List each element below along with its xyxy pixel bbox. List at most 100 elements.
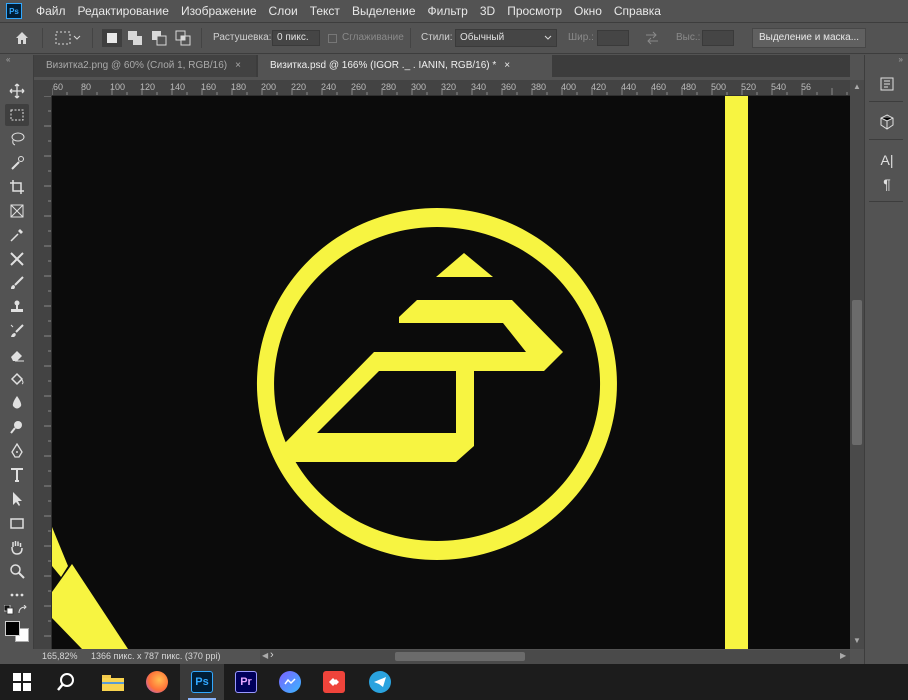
select-and-mask-button[interactable]: Выделение и маска... — [752, 28, 866, 48]
rectangle-icon[interactable] — [5, 512, 29, 534]
right-panel-dock: » A| ¶ — [864, 55, 908, 664]
windows-taskbar: Ps Pr — [0, 664, 908, 700]
character-panel-icon[interactable]: A| — [875, 149, 899, 171]
paint-bucket-icon[interactable] — [5, 368, 29, 390]
artwork-shapes — [256, 208, 617, 560]
menu-window[interactable]: Окно — [568, 0, 608, 22]
menu-file[interactable]: Файл — [30, 0, 72, 22]
scroll-up-arrow-icon[interactable]: ▲ — [852, 82, 862, 92]
history-panel-icon[interactable] — [875, 73, 899, 95]
subtract-selection-icon[interactable] — [151, 30, 167, 49]
menu-image[interactable]: Изображение — [175, 0, 263, 22]
eyedropper-icon[interactable] — [5, 224, 29, 246]
style-label: Стили: — [421, 32, 453, 43]
menu-view[interactable]: Просмотр — [501, 0, 568, 22]
more-icon[interactable] — [5, 584, 29, 606]
status-menu-arrow-icon[interactable]: › — [270, 649, 274, 661]
ruler-ticks — [44, 96, 51, 637]
path-select-icon[interactable] — [5, 488, 29, 510]
menu-3d[interactable]: 3D — [474, 0, 501, 22]
tab-label: Визитка.psd @ 166% (IGOR ._ . IANIN, RGB… — [270, 60, 497, 71]
zoom-icon[interactable] — [5, 560, 29, 582]
divider — [92, 28, 93, 48]
collapse-arrows-icon[interactable]: « — [6, 56, 28, 64]
messenger-icon[interactable] — [268, 664, 312, 700]
intersect-selection-icon[interactable] — [175, 30, 191, 49]
divider — [42, 28, 43, 48]
photoshop-taskbar-icon[interactable]: Ps — [180, 664, 224, 700]
add-selection-icon[interactable] — [127, 30, 143, 49]
scroll-left-arrow-icon[interactable]: ◀ — [262, 651, 268, 660]
divider — [410, 28, 411, 48]
history-brush-icon[interactable] — [5, 320, 29, 342]
anydesk-icon[interactable] — [312, 664, 356, 700]
horizontal-scrollbar[interactable] — [260, 650, 850, 664]
stamp-icon[interactable] — [5, 296, 29, 318]
vertical-ruler[interactable] — [34, 96, 52, 649]
swap-colors-icon[interactable] — [18, 604, 30, 618]
antialias-checkbox[interactable] — [328, 34, 337, 43]
messenger-logo — [279, 671, 301, 693]
divider — [869, 101, 903, 102]
height-input[interactable] — [702, 30, 734, 46]
feather-input[interactable]: 0 пикс. — [272, 30, 320, 46]
width-input[interactable] — [597, 30, 629, 46]
tab-label: Визитка2.png @ 60% (Слой 1, RGB/16) — [46, 60, 228, 71]
eraser-icon[interactable] — [5, 344, 29, 366]
3d-panel-icon[interactable] — [875, 111, 899, 133]
divider — [201, 28, 202, 48]
firefox-icon[interactable] — [135, 664, 179, 700]
dodge-icon[interactable] — [5, 416, 29, 438]
frame-icon[interactable] — [5, 200, 29, 222]
brush-icon[interactable] — [5, 272, 29, 294]
document-canvas[interactable] — [52, 96, 850, 649]
menu-layers[interactable]: Слои — [263, 0, 304, 22]
marquee-preset-icon[interactable] — [55, 30, 81, 49]
feather-label: Растушевка: — [213, 32, 272, 43]
pen-icon[interactable] — [5, 440, 29, 462]
close-icon[interactable]: × — [504, 60, 510, 71]
quick-select-icon[interactable] — [5, 152, 29, 174]
telegram-logo — [369, 671, 391, 693]
paragraph-panel-icon[interactable]: ¶ — [875, 173, 899, 195]
scroll-down-arrow-icon[interactable]: ▼ — [852, 636, 862, 646]
antialias-label: Сглаживание — [342, 32, 404, 43]
tab-vizitka2[interactable]: Визитка2.png @ 60% (Слой 1, RGB/16) × — [34, 55, 256, 77]
menu-select[interactable]: Выделение — [346, 0, 422, 22]
menu-filter[interactable]: Фильтр — [422, 0, 474, 22]
type-icon[interactable] — [5, 464, 29, 486]
file-explorer-icon[interactable] — [91, 664, 135, 700]
horizontal-scroll-thumb[interactable] — [395, 652, 525, 661]
style-select[interactable]: Обычный — [455, 29, 557, 47]
zoom-level[interactable]: 165,82% — [42, 651, 78, 661]
windows-start-icon[interactable] — [0, 664, 44, 700]
crop-icon[interactable] — [5, 176, 29, 198]
vertical-scroll-thumb[interactable] — [852, 300, 862, 445]
blur-icon[interactable] — [5, 392, 29, 414]
marquee-icon[interactable] — [5, 104, 29, 126]
default-colors-icon[interactable] — [3, 604, 14, 618]
search-icon[interactable] — [44, 664, 88, 700]
home-icon[interactable] — [14, 30, 30, 49]
scroll-right-arrow-icon[interactable]: ▶ — [840, 651, 846, 660]
close-icon[interactable]: × — [235, 60, 241, 71]
collapse-arrows-icon[interactable]: » — [869, 56, 903, 64]
tab-vizitka-psd[interactable]: Визитка.psd @ 166% (IGOR ._ . IANIN, RGB… — [258, 55, 552, 77]
telegram-icon[interactable] — [358, 664, 402, 700]
menu-type[interactable]: Текст — [304, 0, 346, 22]
menu-help[interactable]: Справка — [608, 0, 667, 22]
hand-icon[interactable] — [5, 536, 29, 558]
foreground-color-swatch[interactable] — [5, 621, 20, 636]
lasso-icon[interactable] — [5, 128, 29, 150]
horizontal-ruler[interactable]: 60 80 100 120 140 160 180 200 220 240 26… — [52, 80, 850, 96]
ruler-origin[interactable] — [34, 80, 52, 96]
premiere-taskbar-icon[interactable]: Pr — [224, 664, 268, 700]
diagonal-stripe — [52, 564, 128, 649]
swap-icon[interactable] — [644, 31, 660, 48]
vertical-yellow-bar — [725, 96, 748, 649]
healing-icon[interactable] — [5, 248, 29, 270]
photoshop-logo: Ps — [6, 3, 22, 19]
menu-edit[interactable]: Редактирование — [72, 0, 175, 22]
move-icon[interactable] — [5, 80, 29, 102]
new-selection-icon[interactable] — [102, 29, 122, 47]
